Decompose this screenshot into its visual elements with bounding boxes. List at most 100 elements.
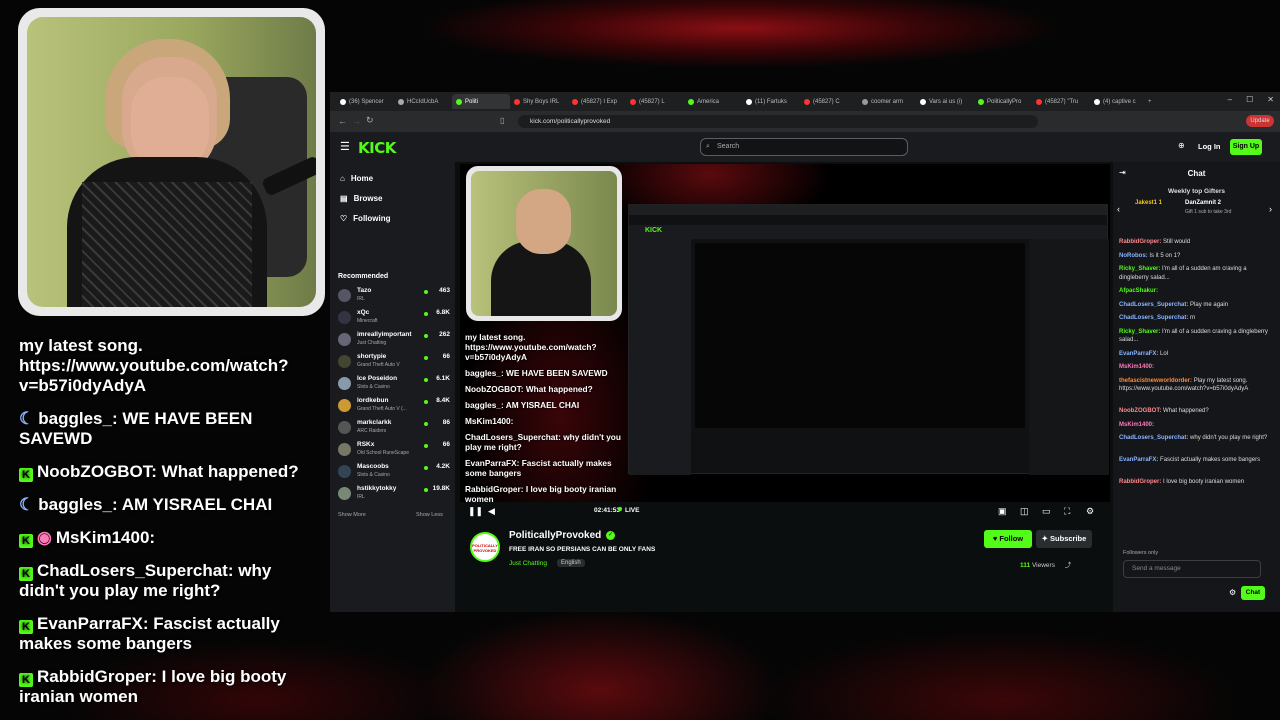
overlay-chat-text: AM YISRAEL CHAI	[121, 495, 273, 514]
close-icon[interactable]: ✕	[1267, 95, 1274, 104]
browser-tab[interactable]: coomer arm	[858, 94, 916, 109]
chat-username[interactable]: EvanParraFX:	[1119, 351, 1160, 357]
follow-button[interactable]: ♥ Follow	[984, 530, 1032, 548]
chat-username[interactable]: ChadLosers_Superchat:	[1119, 315, 1190, 321]
recommended-item[interactable]: markclarkk ARC Raiders 86	[338, 417, 450, 437]
browser-tab[interactable]: Politi	[452, 94, 510, 109]
browser-tab[interactable]: (36) Spencer	[336, 94, 394, 109]
stream-category[interactable]: Just Chatting	[509, 560, 547, 567]
pip-icon[interactable]: ◫	[1020, 506, 1029, 517]
browser-tab[interactable]: PoliticallyPro	[974, 94, 1032, 109]
tab-label: (45827) L	[639, 98, 665, 105]
nav-following[interactable]: ♡ Following	[340, 214, 391, 223]
forward-icon[interactable]: →	[352, 116, 361, 126]
browser-tab[interactable]: Shy Boys IRL	[510, 94, 568, 109]
tab-favicon-icon	[630, 98, 636, 105]
followers-only-label: Followers only	[1123, 550, 1159, 556]
settings-icon[interactable]: ⚙	[1086, 506, 1094, 517]
chat-username[interactable]: NoRobos:	[1119, 253, 1149, 259]
browser-tab[interactable]: (4) captive c	[1090, 94, 1148, 109]
recommended-item[interactable]: Tazo IRL 463	[338, 285, 450, 305]
browser-tab[interactable]: HCcIdUcbA	[394, 94, 452, 109]
browser-tab[interactable]: America	[684, 94, 742, 109]
chat-username[interactable]: MsKim1400:	[1119, 364, 1154, 370]
chat-username[interactable]: MsKim1400:	[1119, 422, 1154, 428]
browser-tab[interactable]: (11) Fartuks	[742, 94, 800, 109]
bookmark-icon[interactable]: ▯	[500, 116, 504, 125]
prev-icon[interactable]: ‹	[1117, 204, 1120, 214]
fullscreen-icon[interactable]: ⛶	[1064, 506, 1070, 517]
recommended-item[interactable]: xQc Minecraft 6.8K	[338, 307, 450, 327]
overlay-chat-user: EvanParraFX:	[37, 614, 154, 633]
menu-icon[interactable]: ☰	[340, 140, 350, 153]
reload-icon[interactable]: ↻	[366, 115, 374, 126]
browser-tab[interactable]: (45827) "Tru	[1032, 94, 1090, 109]
minimize-icon[interactable]: –	[1228, 95, 1232, 104]
overlay-chat: my latest song. https://www.youtube.com/…	[19, 336, 319, 720]
globe-icon[interactable]: ⊕	[1178, 141, 1185, 150]
recommended-viewers: 66	[442, 353, 450, 360]
share-icon[interactable]: ⤴	[1065, 562, 1072, 569]
recommended-item[interactable]: lordkebun Grand Theft Auto V (... 8.4K	[338, 395, 450, 415]
recommended-item[interactable]: shortypie Grand Theft Auto V 66	[338, 351, 450, 371]
signup-button[interactable]: Sign Up	[1230, 139, 1262, 155]
nav-browse[interactable]: ▤ Browse	[340, 194, 382, 203]
back-icon[interactable]: ←	[338, 116, 347, 126]
login-button[interactable]: Log In	[1198, 142, 1221, 151]
chat-username[interactable]: RabbidGroper:	[1119, 239, 1163, 245]
overlay-chat-message: ☾ baggles_: WE HAVE BEEN SAVEWD	[19, 409, 319, 449]
recommended-item[interactable]: Mascoobs Slots & Casino 4.2K	[338, 461, 450, 481]
theater-icon[interactable]: ▭	[1042, 506, 1051, 517]
chat-input[interactable]: Send a message	[1123, 560, 1261, 578]
moon-icon: ☾	[19, 409, 35, 428]
chat-username[interactable]: AfpacShakur:	[1119, 288, 1158, 294]
clip-icon[interactable]: ▣	[998, 506, 1007, 517]
channel-avatar	[338, 377, 351, 390]
overlay-chat-message: K RabbidGroper: I love big booty iranian …	[19, 667, 319, 707]
tab-favicon-icon	[862, 98, 868, 105]
chat-username[interactable]: ChadLosers_Superchat:	[1119, 435, 1190, 441]
url-field[interactable]: kick.com/politicallyprovoked	[518, 115, 1038, 128]
overlay-chat-message: K EvanParraFX: Fascist actually makes som…	[19, 614, 319, 654]
chat-username[interactable]: EvanParraFX:	[1119, 457, 1160, 463]
chat-send-button[interactable]: Chat	[1241, 586, 1265, 600]
volume-icon[interactable]: ◀	[488, 506, 495, 517]
show-more-link[interactable]: Show More	[338, 512, 366, 518]
tab-favicon-icon	[978, 98, 984, 105]
search-input[interactable]: ⌕ Search	[700, 138, 908, 156]
chat-username[interactable]: Ricky_Shaver:	[1119, 266, 1162, 272]
viewer-count: 111 Viewers ⤴	[1020, 562, 1072, 569]
overlay-chat-message: ☾ baggles_: AM YISRAEL CHAI	[19, 495, 319, 515]
recommended-item[interactable]: hstikkytokky IRL 19.8K	[338, 483, 450, 503]
recommended-item[interactable]: RSKx Old School RuneScape 66	[338, 439, 450, 459]
browser-tab[interactable]: (45827) I Exp	[568, 94, 626, 109]
recommended-item[interactable]: Ice Poseidon Slots & Casino 6.1K	[338, 373, 450, 393]
nav-home[interactable]: ⌂ Home	[340, 174, 373, 183]
browser-tab[interactable]: Vars ai us (i)	[916, 94, 974, 109]
kick-badge-icon: K	[19, 673, 33, 687]
new-tab-icon[interactable]: +	[1148, 99, 1152, 105]
chat-username[interactable]: Ricky_Shaver:	[1119, 329, 1162, 335]
kick-logo[interactable]: KICK	[358, 139, 396, 157]
update-button[interactable]: Update	[1246, 115, 1274, 127]
video-player[interactable]: KICK my latest song. https://www.youtube…	[460, 164, 1110, 502]
browser-tab[interactable]: (45827) C	[800, 94, 858, 109]
language-tag[interactable]: English	[557, 559, 585, 567]
show-less-link[interactable]: Show Less	[416, 512, 443, 518]
browser-tab[interactable]: (45827) L	[626, 94, 684, 109]
channel-avatar[interactable]: POLITICALLY PROVOKED	[470, 532, 500, 562]
gifters-title: Weekly top Gifters	[1168, 188, 1225, 195]
chat-username[interactable]: ChadLosers_Superchat:	[1119, 302, 1190, 308]
tab-strip: (36) Spencer HCcIdUcbA Politi Shy Boys IRL (…	[330, 92, 1280, 111]
chat-settings-icon[interactable]: ⚙	[1229, 588, 1236, 597]
chat-text: Lol	[1160, 350, 1169, 357]
kick-badge-icon: K	[19, 468, 33, 482]
play-icon[interactable]: ❚❚	[468, 506, 483, 517]
subscribe-button[interactable]: ✦ Subscribe	[1036, 530, 1092, 548]
chat-username[interactable]: thefascistnewworldorder:	[1119, 378, 1194, 384]
chat-username[interactable]: RabbidGroper:	[1119, 479, 1163, 485]
maximize-icon[interactable]: ☐	[1246, 95, 1253, 104]
chat-username[interactable]: NoobZOGBOT:	[1119, 408, 1163, 414]
channel-name[interactable]: PoliticallyProvoked	[509, 530, 601, 541]
recommended-item[interactable]: imreallyimportant Just Chatting 262	[338, 329, 450, 349]
